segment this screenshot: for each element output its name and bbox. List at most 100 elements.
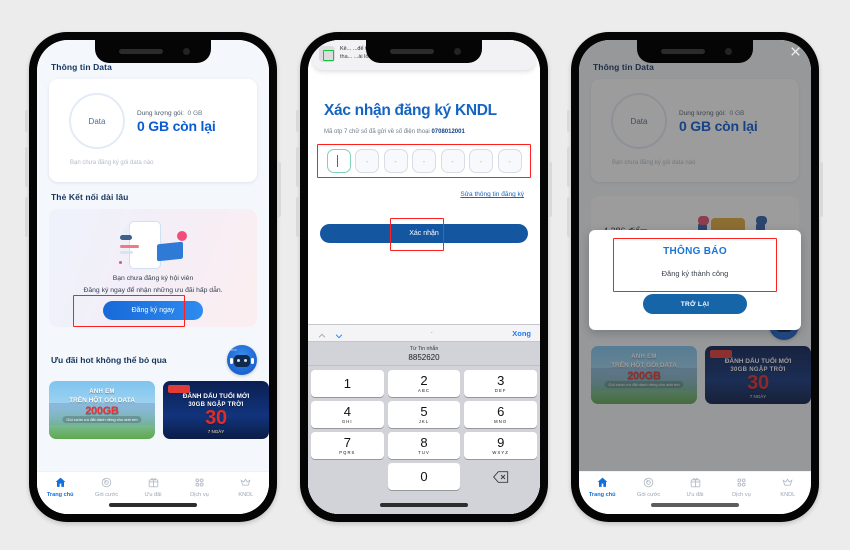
keyboard-done-button[interactable]: Xong xyxy=(512,329,531,338)
chatbot-eye-left-icon xyxy=(237,359,240,362)
otp-subtitle: Mã otp 7 chữ số đã gửi về số điện thoại … xyxy=(308,120,540,135)
message-bubble-icon xyxy=(323,50,334,61)
dialog-title: THÔNG BÁO xyxy=(663,246,727,257)
volume-down-button[interactable] xyxy=(296,197,300,237)
mute-switch[interactable] xyxy=(567,110,571,132)
volume-down-button[interactable] xyxy=(25,197,29,237)
confirm-button[interactable]: Xác nhận xyxy=(320,224,528,243)
key-7[interactable]: 7 PQRS xyxy=(311,432,384,459)
key-letters: DEF xyxy=(494,388,507,393)
bottom-tab-bar: Trang chủ Gói cước Ưu đãi Dịch vụ KNDL xyxy=(579,471,811,514)
otp-input-box[interactable] xyxy=(326,149,351,173)
tab-dich-vu[interactable]: Dịch vụ xyxy=(718,476,764,498)
volume-up-button[interactable] xyxy=(296,147,300,187)
otp-input-box[interactable]: - xyxy=(383,149,408,173)
otp-input-box[interactable]: - xyxy=(440,149,465,173)
otp-input-box[interactable]: - xyxy=(355,149,379,173)
keyboard-toolbar-dash: - xyxy=(430,330,433,336)
volume-up-button[interactable] xyxy=(25,147,29,187)
home-icon xyxy=(596,476,609,489)
otp-app-screen: Xác nhận đăng ký KNDL Mã otp 7 chữ số đã… xyxy=(308,40,540,514)
key-number: 6 xyxy=(497,404,505,419)
otp-boxes: - - - - - - xyxy=(320,149,528,173)
key-5[interactable]: 5 JKL xyxy=(387,401,461,428)
volume-down-button[interactable] xyxy=(567,197,571,237)
tab-kndl[interactable]: KNDL xyxy=(223,476,269,498)
tab-trang-chu[interactable]: Trang chủ xyxy=(37,476,83,498)
key-4[interactable]: 4 GHI xyxy=(311,401,384,428)
key-1[interactable]: 1 xyxy=(311,370,384,397)
key-3[interactable]: 3 DEF xyxy=(464,370,538,397)
offer-line-1: ANH EM xyxy=(89,389,115,395)
mute-switch[interactable] xyxy=(296,110,300,132)
keyboard-autofill-suggestion[interactable]: Từ Tin nhắn 8852620 xyxy=(308,342,540,366)
home-indicator[interactable] xyxy=(109,503,197,507)
chevron-up-icon[interactable] xyxy=(317,328,327,338)
home-indicator[interactable] xyxy=(651,503,739,507)
text-caret xyxy=(336,155,339,167)
key-0[interactable]: 0 xyxy=(387,463,461,490)
key-number: 3 xyxy=(497,373,505,388)
message-app-icon xyxy=(319,46,335,62)
power-button[interactable] xyxy=(548,162,552,217)
key-6[interactable]: 6 MNO xyxy=(464,401,538,428)
tab-goi-cuoc[interactable]: Gói cước xyxy=(625,476,671,498)
mute-switch[interactable] xyxy=(25,110,29,132)
package-icon xyxy=(100,476,113,489)
phone-3: Thông tin Data Data Dung lượng gói: 0 GB xyxy=(567,32,823,522)
key-number: 1 xyxy=(343,375,351,391)
tab-uu-dai[interactable]: Ưu đãi xyxy=(130,476,176,498)
otp-input-box[interactable]: - xyxy=(412,149,436,173)
tab-dich-vu[interactable]: Dịch vụ xyxy=(176,476,222,498)
section-title-loyalty-card: Thẻ Kết nối dài lâu xyxy=(51,192,129,202)
tab-label: Ưu đãi xyxy=(686,492,704,498)
otp-input-box[interactable]: - xyxy=(497,149,522,173)
tab-label: Gói cước xyxy=(636,492,661,498)
grid-icon xyxy=(735,476,748,489)
key-2[interactable]: 2 ABC xyxy=(387,370,461,397)
dialog-back-button[interactable]: TRỞ LẠI xyxy=(643,294,747,314)
offers-list: ANH EM TRÊN HỘT GÓI DATA 200GB Gói cước … xyxy=(37,381,269,439)
key-8[interactable]: 8 TUV xyxy=(387,432,461,459)
tab-uu-dai[interactable]: Ưu đãi xyxy=(672,476,718,498)
power-button[interactable] xyxy=(277,162,281,217)
edit-registration-link[interactable]: Sửa thông tin đăng ký xyxy=(308,173,540,198)
front-camera-icon xyxy=(454,48,461,55)
chevron-down-icon[interactable] xyxy=(334,328,344,339)
tab-trang-chu[interactable]: Trang chủ xyxy=(579,476,625,498)
register-now-button[interactable]: Đăng ký ngay xyxy=(103,301,203,320)
front-camera-icon xyxy=(725,48,732,55)
illu-head-icon xyxy=(120,235,132,240)
key-letters: MNO xyxy=(494,419,508,424)
offer-brand-logo xyxy=(168,385,190,393)
offer-sub: 7 NGÀY xyxy=(207,429,225,434)
offer-card[interactable]: ĐÁNH DẤU TUỔI MỚI 30GB NGẬP TRỜI 30 7 NG… xyxy=(163,381,269,439)
power-button[interactable] xyxy=(819,162,823,217)
home-icon xyxy=(54,476,67,489)
close-icon[interactable] xyxy=(789,45,802,58)
chatbot-avatar[interactable]: bot xyxy=(227,345,257,375)
data-capacity-value: 0 GB xyxy=(187,110,203,117)
tab-goi-cuoc[interactable]: Gói cước xyxy=(83,476,129,498)
offer-highlight: 30 xyxy=(205,407,227,429)
illu-spark-icon xyxy=(119,261,122,264)
data-text-block: Dung lượng gói: 0 GB 0 GB còn lại xyxy=(137,108,216,134)
offers-title: Ưu đãi hot không thể bỏ qua xyxy=(51,355,167,365)
key-9[interactable]: 9 WXYZ xyxy=(464,432,538,459)
offer-pill: Gói cước ưu đãi dành riêng cho anh em xyxy=(62,416,142,423)
home-scroll-area[interactable]: Thông tin Data Data Dung lượng gói: 0 GB xyxy=(37,40,269,514)
backspace-icon[interactable] xyxy=(464,463,537,490)
keyboard-row: 4 GHI 5 JKL 6 MNO xyxy=(311,401,538,428)
offer-card[interactable]: ANH EM TRÊN HỘT GÓI DATA 200GB Gói cước … xyxy=(49,381,155,439)
data-info-card: Data Dung lượng gói: 0 GB 0 GB còn lại B… xyxy=(49,79,257,182)
volume-up-button[interactable] xyxy=(567,147,571,187)
phone-2-notch xyxy=(366,40,482,63)
key-letters: ABC xyxy=(418,388,430,393)
data-capacity-line: Dung lượng gói: 0 GB xyxy=(137,110,216,117)
otp-input-box[interactable]: - xyxy=(469,149,493,173)
data-ring: Data xyxy=(69,93,125,149)
home-indicator[interactable] xyxy=(380,503,468,507)
illu-circle-icon xyxy=(177,231,187,241)
tab-kndl[interactable]: KNDL xyxy=(765,476,811,498)
data-note: Bạn chưa đăng ký gói data nào xyxy=(70,160,154,166)
